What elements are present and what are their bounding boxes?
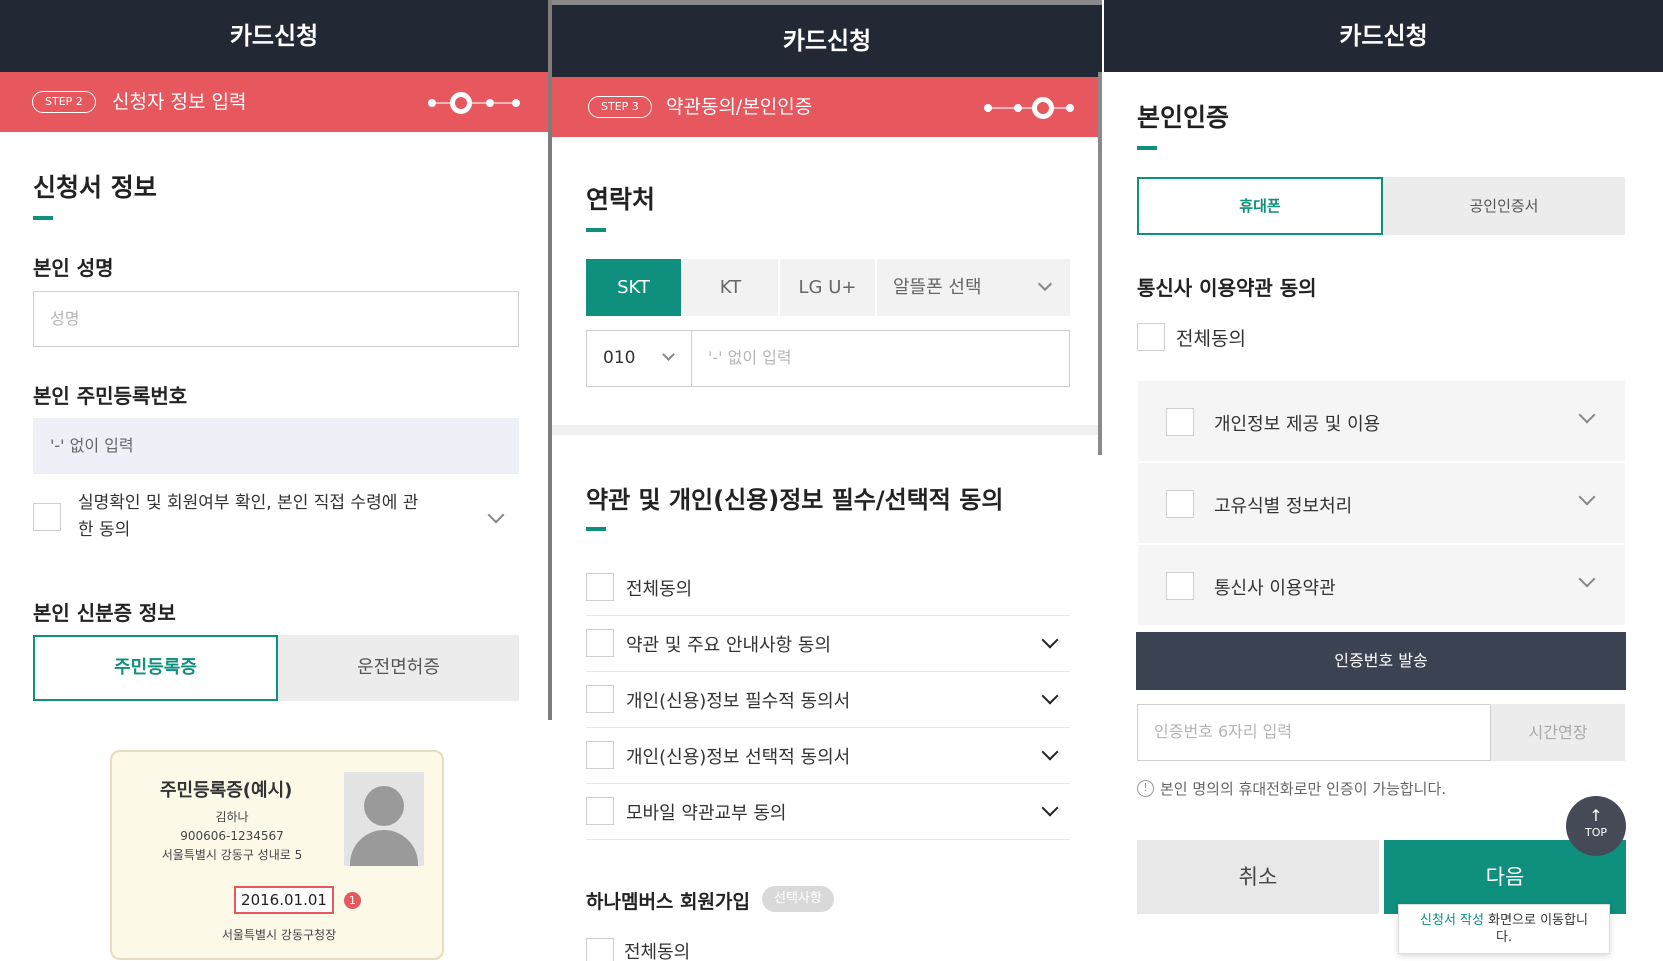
chevron-down-icon[interactable]: [1041, 631, 1059, 649]
term-checkbox[interactable]: [586, 741, 614, 769]
screenshot: 카드신청 STEP 2 신청자 정보 입력 신청서 정보 본인 성명 성명 본인…: [0, 0, 1663, 961]
step-title: 약관동의/본인인증: [666, 96, 813, 118]
step-badge: STEP 3: [588, 96, 652, 118]
card-holder-info: 김하나 900606-1234567 서울특별시 강동구 성내로 5: [161, 810, 303, 862]
phone-prefix-select[interactable]: 010: [587, 331, 692, 386]
section-underline: [1137, 146, 1157, 150]
app-title: 카드신청: [1104, 0, 1663, 72]
term-checkbox[interactable]: [586, 629, 614, 657]
agree-all-checkbox[interactable]: [1137, 323, 1165, 351]
info-badge: 1: [344, 892, 361, 909]
app-title: 카드신청: [0, 0, 548, 72]
consent-checkbox[interactable]: [33, 503, 61, 531]
carrier-skt[interactable]: SKT: [586, 259, 683, 316]
chevron-down-icon: [1037, 276, 1053, 292]
section-underline: [33, 216, 53, 220]
chevron-down-icon[interactable]: [1578, 406, 1596, 424]
tab-resident-card[interactable]: 주민등록증: [33, 635, 278, 701]
term-row[interactable]: 고유식별 정보처리: [1138, 463, 1625, 545]
id-label: 본인 신분증 정보: [33, 601, 176, 625]
contact-title: 연락처: [586, 185, 656, 214]
phone-row: 010 '-' 없이 입력: [586, 330, 1070, 387]
tooltip: 신청서 작성 화면으로 이동합니 다.: [1398, 904, 1610, 954]
chevron-down-icon[interactable]: [1578, 488, 1596, 506]
carrier-terms-list: 개인정보 제공 및 이용 고유식별 정보처리 통신사 이용약관: [1104, 381, 1625, 627]
panel-terms-consent: 카드신청 STEP 3 약관동의/본인인증 연락처 SKT KT LG U+ 알…: [552, 0, 1102, 961]
arrow-up-icon: ↑: [1589, 806, 1603, 825]
term-row[interactable]: 개인정보 제공 및 이용: [1138, 381, 1625, 463]
term-row[interactable]: 모바일 약관교부 동의: [586, 784, 1070, 840]
optional-badge: 선택사항: [762, 886, 834, 912]
term-row[interactable]: 통신사 이용약관: [1138, 545, 1625, 627]
chevron-down-icon: [662, 348, 675, 361]
agree-all-row[interactable]: 전체동의: [586, 560, 1070, 616]
name-label: 본인 성명: [33, 256, 114, 280]
step-bar: STEP 2 신청자 정보 입력: [0, 72, 548, 132]
section-title: 신청서 정보: [33, 173, 157, 202]
card-issuer: 서울특별시 강동구청장: [221, 928, 337, 942]
membership-agree-all: 전체동의: [624, 942, 691, 961]
auth-method-tabs: 휴대폰 공인인증서: [1137, 177, 1625, 235]
chevron-down-icon[interactable]: [1578, 570, 1596, 588]
terms-title: 약관 및 개인(신용)정보 필수/선택적 동의: [586, 486, 1004, 514]
chevron-down-icon[interactable]: [487, 506, 505, 524]
carrier-terms-title: 통신사 이용약관 동의: [1137, 276, 1317, 300]
consent-text: 실명확인 및 회원여부 확인, 본인 직접 수령에 관 한 동의: [78, 493, 419, 540]
notice-text: 본인 명의의 휴대전화로만 인증이 가능합니다.: [1160, 780, 1447, 798]
section-underline: [586, 527, 606, 531]
terms-list: 전체동의 약관 및 주요 안내사항 동의 개인(신용)정보 필수적 동의서 개인…: [552, 560, 1070, 840]
membership-title: 하나멤버스 회원가입: [586, 891, 750, 913]
rrn-input[interactable]: '-' 없이 입력: [33, 418, 519, 474]
app-title: 카드신청: [552, 0, 1102, 77]
term-checkbox[interactable]: [1166, 408, 1194, 436]
rrn-label: 본인 주민등록번호: [33, 384, 188, 408]
agree-all-checkbox[interactable]: [586, 573, 614, 601]
section-title: 본인인증: [1137, 103, 1230, 132]
step-progress-indicator: [428, 91, 520, 115]
carrier-selector: SKT KT LG U+ 알뜰폰 선택: [586, 259, 1070, 316]
tab-certificate[interactable]: 공인인증서: [1383, 177, 1625, 235]
mvno-select[interactable]: 알뜰폰 선택: [877, 259, 1070, 316]
name-input[interactable]: 성명: [33, 291, 519, 347]
cancel-button[interactable]: 취소: [1137, 840, 1379, 914]
id-card-example: 주민등록증(예시) 김하나 900606-1234567 서울특별시 강동구 성…: [110, 750, 444, 960]
step-badge: STEP 2: [32, 91, 96, 113]
step-title: 신청자 정보 입력: [112, 91, 247, 113]
term-checkbox[interactable]: [1166, 490, 1194, 518]
id-type-tabs: 주민등록증 운전면허증: [33, 635, 519, 701]
scrollbar-thumb[interactable]: [1098, 72, 1102, 455]
carrier-lgu[interactable]: LG U+: [780, 259, 877, 316]
code-input[interactable]: 인증번호 6자리 입력: [1137, 704, 1491, 761]
term-checkbox[interactable]: [586, 797, 614, 825]
chevron-down-icon[interactable]: [1041, 799, 1059, 817]
photo-placeholder-icon: [344, 772, 424, 866]
code-row: 인증번호 6자리 입력 시간연장: [1137, 704, 1625, 761]
term-row[interactable]: 약관 및 주요 안내사항 동의: [586, 616, 1070, 672]
term-row[interactable]: 개인(신용)정보 필수적 동의서: [586, 672, 1070, 728]
term-row[interactable]: 개인(신용)정보 선택적 동의서: [586, 728, 1070, 784]
panel-identity-verification: 카드신청 본인인증 휴대폰 공인인증서 통신사 이용약관 동의 전체동의 개인정…: [1104, 0, 1663, 961]
card-title: 주민등록증(예시): [160, 780, 293, 801]
tab-mobile-phone[interactable]: 휴대폰: [1137, 177, 1383, 235]
section-divider: [552, 425, 1102, 435]
chevron-down-icon[interactable]: [1041, 687, 1059, 705]
term-checkbox[interactable]: [1166, 572, 1194, 600]
carrier-kt[interactable]: KT: [683, 259, 780, 316]
membership-agree-checkbox[interactable]: [586, 938, 614, 961]
panel-applicant-info: 카드신청 STEP 2 신청자 정보 입력 신청서 정보 본인 성명 성명 본인…: [0, 0, 548, 961]
issue-date: 2016.01.01: [234, 886, 334, 914]
phone-number-input[interactable]: '-' 없이 입력: [692, 331, 1069, 386]
info-icon: !: [1137, 780, 1154, 797]
agree-all-label: 전체동의: [1176, 328, 1246, 350]
chevron-down-icon[interactable]: [1041, 743, 1059, 761]
tab-drivers-license[interactable]: 운전면허증: [278, 635, 519, 701]
extend-time-button[interactable]: 시간연장: [1491, 704, 1625, 761]
term-checkbox[interactable]: [586, 685, 614, 713]
send-code-button[interactable]: 인증번호 발송: [1136, 632, 1626, 690]
step-progress-indicator: [984, 96, 1074, 120]
section-underline: [586, 228, 606, 232]
step-bar: STEP 3 약관동의/본인인증: [552, 77, 1102, 137]
scroll-top-button[interactable]: ↑ TOP: [1566, 796, 1626, 856]
